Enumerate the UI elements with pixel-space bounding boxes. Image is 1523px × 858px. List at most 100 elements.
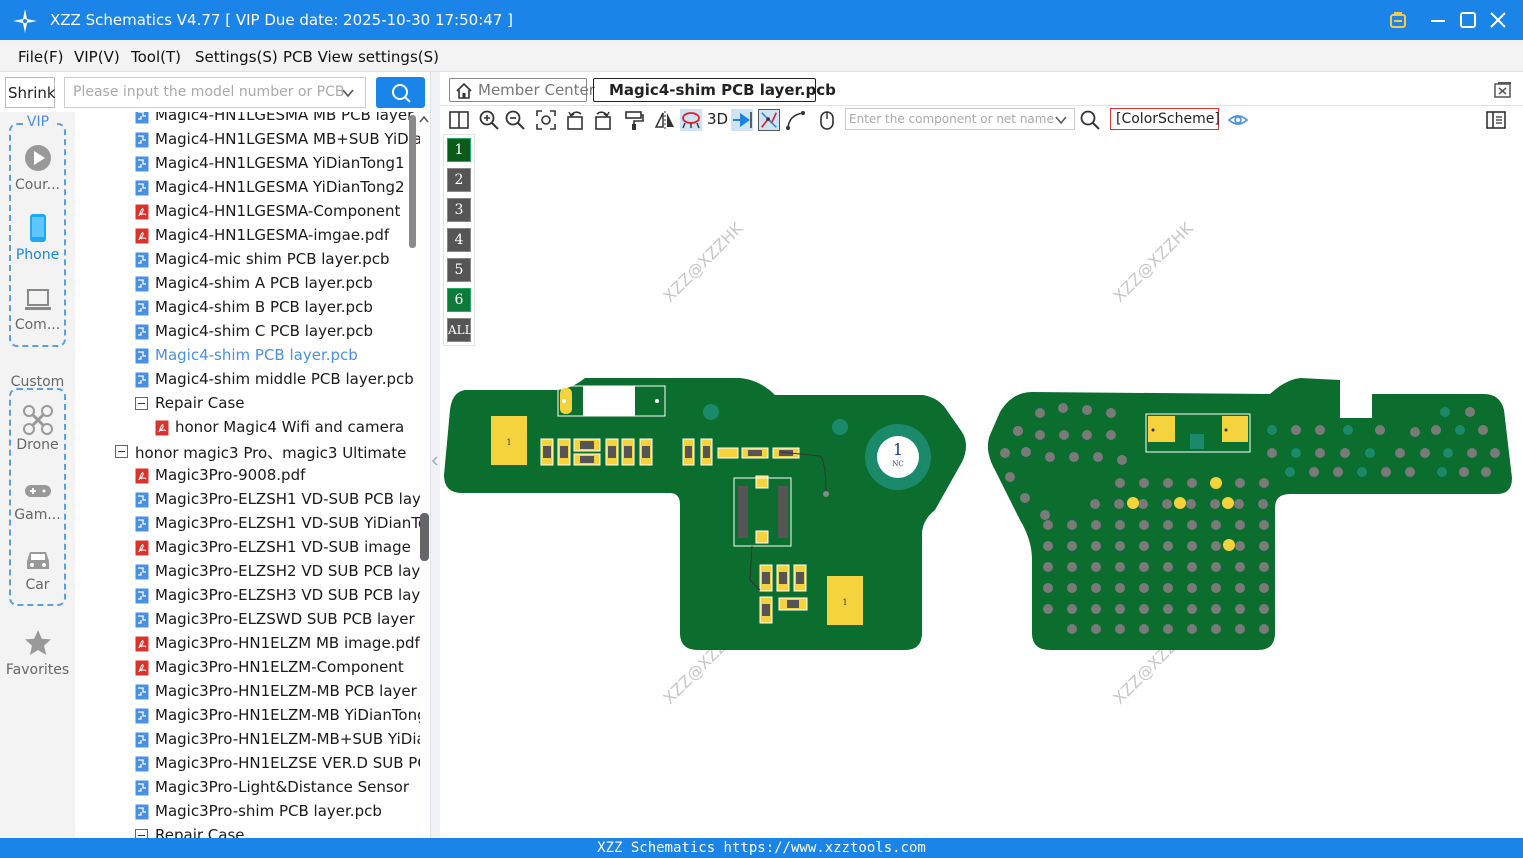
pcb-pad[interactable]: [1467, 448, 1477, 458]
pcb-pad[interactable]: [1067, 541, 1077, 551]
pcb-pad[interactable]: [1478, 425, 1488, 435]
pcb-pad[interactable]: [1005, 472, 1015, 482]
pcb-pad[interactable]: [1459, 467, 1469, 477]
pcb-pad[interactable]: [1187, 562, 1197, 572]
pcb-pad[interactable]: [1223, 539, 1235, 551]
pcb-pad[interactable]: [1211, 583, 1221, 593]
side-panel-icon[interactable]: [1485, 109, 1507, 131]
pcb-pad[interactable]: [1420, 448, 1430, 458]
pcb-pad[interactable]: [1365, 448, 1375, 458]
tab-active-pcb[interactable]: Magic4-shim PCB layer.pcb: [593, 78, 836, 102]
fit-view-icon[interactable]: [535, 109, 557, 131]
pcb-pad[interactable]: [1315, 425, 1325, 435]
car-icon[interactable]: [23, 545, 53, 575]
pcb-pad[interactable]: [1431, 425, 1441, 435]
play-icon[interactable]: [23, 143, 53, 173]
pcb-pad[interactable]: [1114, 499, 1124, 509]
collapse-toggle-icon[interactable]: [135, 829, 148, 838]
pcb-pad[interactable]: [1067, 562, 1077, 572]
pcb-pad[interactable]: [1091, 624, 1101, 634]
pcb-pad[interactable]: [1163, 583, 1173, 593]
nav-car-label[interactable]: Car: [0, 577, 75, 593]
nav-courses-label[interactable]: Cour...: [0, 177, 75, 193]
zoom-out-icon[interactable]: [504, 109, 526, 131]
pcb-pad[interactable]: [1059, 430, 1069, 440]
pcb-pad[interactable]: [1163, 541, 1173, 551]
pcb-pad[interactable]: [1410, 427, 1420, 437]
pcb-pad[interactable]: [1091, 520, 1101, 530]
pcb-pad[interactable]: [1115, 624, 1125, 634]
pcb-pad[interactable]: [1043, 583, 1053, 593]
pcb-pad[interactable]: [1035, 430, 1045, 440]
pcb-pad[interactable]: [1021, 447, 1031, 457]
pcb-pad[interactable]: [1187, 604, 1197, 614]
pcb-pad[interactable]: [1163, 624, 1173, 634]
pcb-pad[interactable]: [1222, 497, 1234, 509]
pcb-pad[interactable]: [1235, 583, 1245, 593]
pcb-pad[interactable]: [1139, 624, 1149, 634]
pcb-pad[interactable]: [1013, 426, 1023, 436]
pcb-pad[interactable]: [1115, 541, 1125, 551]
pcb-pad[interactable]: [1163, 604, 1173, 614]
pcb-pad[interactable]: [1285, 467, 1295, 477]
pcb-pad[interactable]: [1115, 604, 1125, 614]
chevron-down-icon[interactable]: [341, 86, 355, 100]
pcb-pad[interactable]: [1443, 448, 1453, 458]
tree-scrollbar-thumb[interactable]: [409, 115, 416, 248]
pcb-pad[interactable]: [1091, 541, 1101, 551]
pcb-pad[interactable]: [1043, 520, 1053, 530]
pcb-pad[interactable]: [1465, 407, 1475, 417]
pcb-pad[interactable]: [1259, 583, 1269, 593]
eye-icon[interactable]: [1227, 109, 1249, 131]
laptop-icon[interactable]: [23, 285, 53, 315]
pcb-pad[interactable]: [1127, 497, 1139, 509]
pcb-pad[interactable]: [1139, 520, 1149, 530]
pcb-pad[interactable]: [1210, 499, 1220, 509]
pcb-pad[interactable]: [1139, 562, 1149, 572]
pcb-canvas[interactable]: XZZ@XZZHK XZZ@XZZHK XZZ@XZZHK XZZ@XZZHK …: [440, 134, 1523, 838]
pcb-pad[interactable]: [1082, 405, 1092, 415]
rotate-right-icon[interactable]: [591, 109, 613, 131]
pcb-pad[interactable]: [1043, 604, 1053, 614]
pcb-pad[interactable]: [1163, 562, 1173, 572]
close-tabs-icon[interactable]: [1493, 80, 1513, 100]
pcb-pad[interactable]: [1211, 624, 1221, 634]
pcb-pad[interactable]: [1343, 425, 1353, 435]
pcb-pad[interactable]: [1115, 478, 1125, 488]
pcb-board-right[interactable]: [987, 378, 1512, 650]
zoom-in-icon[interactable]: [478, 109, 500, 131]
collapse-panel-icon[interactable]: [431, 455, 440, 467]
pcb-pad[interactable]: [1069, 452, 1079, 462]
pcb-pad[interactable]: [1235, 562, 1245, 572]
pcb-pad[interactable]: [1490, 448, 1500, 458]
pcb-pad[interactable]: [1067, 624, 1077, 634]
pcb-pad[interactable]: [1138, 499, 1148, 509]
pcb-pad[interactable]: [1235, 520, 1245, 530]
pcb-pad[interactable]: [1091, 583, 1101, 593]
pcb-pad[interactable]: [1045, 452, 1055, 462]
chevron-down-icon[interactable]: [1054, 114, 1068, 126]
shrink-button[interactable]: Shrink: [5, 77, 56, 108]
rotate-left-icon[interactable]: [565, 109, 587, 131]
pcb-board-left[interactable]: 1 1 1 NC: [444, 378, 966, 650]
search-button[interactable]: [376, 77, 425, 108]
pcb-pad[interactable]: [1139, 478, 1149, 488]
color-scheme-button[interactable]: [ColorScheme]: [1110, 108, 1220, 130]
pcb-pad[interactable]: [1115, 520, 1125, 530]
nav-drone-label[interactable]: Drone: [0, 437, 75, 453]
close-icon[interactable]: [1486, 8, 1510, 32]
pcb-pad[interactable]: [1139, 583, 1149, 593]
pcb-pad[interactable]: [1067, 604, 1077, 614]
pin-select-icon[interactable]: [731, 109, 753, 131]
minimize-icon[interactable]: [1426, 8, 1450, 32]
mouse-icon[interactable]: [816, 109, 838, 131]
pcb-pad[interactable]: [1067, 583, 1077, 593]
tree-outer-scrollbar-thumb[interactable]: [420, 513, 429, 561]
pcb-pad[interactable]: [1106, 430, 1116, 440]
pcb-pad[interactable]: [1000, 448, 1010, 458]
pcb-pad[interactable]: [1174, 497, 1186, 509]
pcb-pad[interactable]: [1117, 455, 1127, 465]
pcb-pad[interactable]: [1043, 541, 1053, 551]
pcb-pad[interactable]: [1234, 499, 1244, 509]
pcb-pad[interactable]: [1139, 541, 1149, 551]
